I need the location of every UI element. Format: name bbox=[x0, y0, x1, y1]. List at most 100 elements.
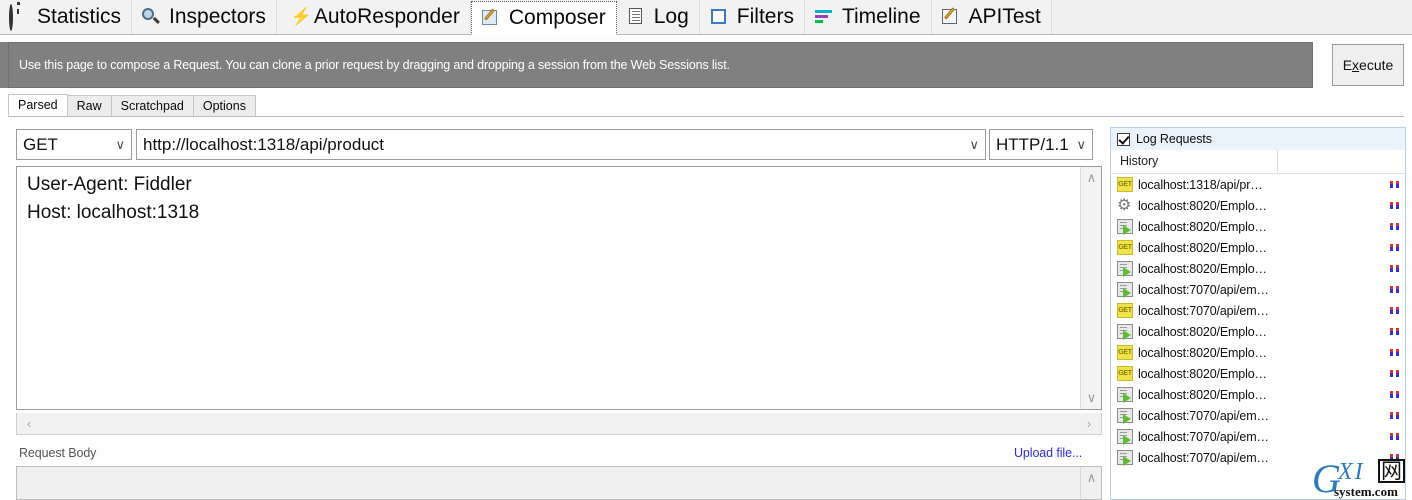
tab-inspectors[interactable]: Inspectors bbox=[132, 0, 277, 34]
tab-statistics[interactable]: Statistics bbox=[0, 0, 133, 34]
history-list-item[interactable]: localhost:7070/api/em… bbox=[1111, 426, 1405, 447]
execute-button[interactable]: Ex ecute bbox=[1332, 44, 1404, 86]
history-item-label: localhost:8020/Emplo… bbox=[1138, 324, 1267, 339]
page-arrow-icon bbox=[1117, 387, 1133, 403]
history-item-marker-icon bbox=[1390, 349, 1399, 356]
scroll-up-icon[interactable]: ∧ bbox=[1081, 169, 1102, 187]
execute-accel-key: x bbox=[1352, 57, 1360, 73]
url-input[interactable]: http://localhost:1318/api/product ∨ bbox=[136, 129, 986, 160]
document-icon bbox=[626, 6, 648, 28]
subtab-scratchpad[interactable]: Scratchpad bbox=[110, 95, 194, 116]
history-item-label: localhost:8020/Emplo… bbox=[1138, 366, 1267, 381]
request-body-editor[interactable]: ∧ bbox=[16, 466, 1102, 500]
history-list-item[interactable]: localhost:8020/Emplo… bbox=[1111, 258, 1405, 279]
tab-label: Composer bbox=[508, 6, 606, 29]
history-item-marker-icon bbox=[1390, 328, 1399, 335]
headers-horizontal-scrollbar[interactable]: ‹ › bbox=[16, 413, 1102, 435]
lightning-bolt-icon: ⚡ bbox=[290, 7, 313, 26]
history-list-item[interactable]: localhost:8020/Emplo… bbox=[1111, 195, 1405, 216]
history-list-item[interactable]: GET localhost:8020/Emplo… bbox=[1111, 363, 1405, 384]
request-headers-text[interactable]: User-Agent: Fiddler Host: localhost:1318 bbox=[27, 171, 1077, 227]
history-list-item[interactable]: localhost:7070/api/em… bbox=[1111, 447, 1405, 468]
history-item-label: localhost:1318/api/pr… bbox=[1138, 177, 1263, 192]
page-arrow-icon bbox=[1117, 450, 1133, 466]
history-item-label: localhost:7070/api/em… bbox=[1138, 303, 1269, 318]
history-list-item[interactable]: GET localhost:8020/Emplo… bbox=[1111, 342, 1405, 363]
page-arrow-icon bbox=[1117, 429, 1133, 445]
execute-label-suffix: ecute bbox=[1359, 57, 1394, 73]
history-list-item[interactable]: localhost:8020/Emplo… bbox=[1111, 384, 1405, 405]
chevron-down-icon: ∨ bbox=[1076, 137, 1086, 152]
history-item-marker-icon bbox=[1390, 181, 1399, 188]
history-list-item[interactable]: localhost:7070/api/em… bbox=[1111, 279, 1405, 300]
history-list-item[interactable]: GET localhost:7070/api/em… bbox=[1111, 300, 1405, 321]
tab-log[interactable]: Log bbox=[616, 0, 700, 34]
request-headers-editor[interactable]: User-Agent: Fiddler Host: localhost:1318… bbox=[16, 166, 1102, 410]
tab-apitest[interactable]: APITest bbox=[931, 0, 1052, 34]
tab-label: Statistics bbox=[37, 5, 122, 28]
history-panel: Log Requests History GET localhost:1318/a… bbox=[1110, 127, 1406, 500]
tab-label: Inspectors bbox=[169, 5, 266, 28]
history-item-label: localhost:7070/api/em… bbox=[1138, 429, 1269, 444]
tab-label: Log bbox=[653, 5, 689, 28]
tab-autoresponder[interactable]: ⚡ AutoResponder bbox=[276, 0, 471, 34]
subtab-options[interactable]: Options bbox=[192, 95, 256, 116]
gear-icon bbox=[1117, 195, 1133, 215]
tab-label: APITest bbox=[968, 5, 1041, 28]
subtab-parsed[interactable]: Parsed bbox=[8, 94, 68, 116]
get-tag-icon: GET bbox=[1117, 240, 1133, 255]
history-item-marker-icon bbox=[1390, 454, 1399, 461]
scroll-left-icon[interactable]: ‹ bbox=[19, 413, 39, 434]
subtab-label: Raw bbox=[76, 99, 102, 113]
upload-file-link[interactable]: Upload file... bbox=[1014, 446, 1082, 460]
history-list[interactable]: GET localhost:1318/api/pr… localhost:8020/… bbox=[1111, 174, 1405, 499]
instruction-text: Use this page to compose a Request. You … bbox=[19, 58, 730, 72]
history-item-label: localhost:7070/api/em… bbox=[1138, 450, 1269, 465]
log-requests-checkbox-row[interactable]: Log Requests bbox=[1111, 128, 1405, 150]
get-tag-icon: GET bbox=[1117, 366, 1133, 381]
history-list-item[interactable]: localhost:7070/api/em… bbox=[1111, 405, 1405, 426]
history-column-label[interactable]: History bbox=[1111, 150, 1278, 173]
composer-subtabs: Parsed Raw Scratchpad Options bbox=[8, 94, 1404, 117]
history-list-item[interactable]: localhost:8020/Emplo… bbox=[1111, 321, 1405, 342]
history-column-header: History bbox=[1111, 150, 1405, 174]
history-item-marker-icon bbox=[1390, 202, 1399, 209]
tab-timeline[interactable]: Timeline bbox=[804, 0, 932, 34]
history-list-item[interactable]: GET localhost:8020/Emplo… bbox=[1111, 237, 1405, 258]
page-arrow-icon bbox=[1117, 261, 1133, 277]
scroll-right-icon[interactable]: › bbox=[1079, 413, 1099, 434]
subtab-raw[interactable]: Raw bbox=[66, 95, 112, 116]
history-item-marker-icon bbox=[1390, 307, 1399, 314]
history-list-item[interactable]: GET localhost:1318/api/pr… bbox=[1111, 174, 1405, 195]
http-method-select[interactable]: GET ∨ bbox=[16, 129, 132, 160]
history-item-label: localhost:8020/Emplo… bbox=[1138, 219, 1267, 234]
bars-icon bbox=[814, 6, 836, 28]
chevron-down-icon: ∨ bbox=[115, 137, 125, 152]
history-item-label: localhost:7070/api/em… bbox=[1138, 282, 1269, 297]
history-item-label: localhost:7070/api/em… bbox=[1138, 408, 1269, 423]
body-vertical-scrollbar[interactable]: ∧ bbox=[1080, 467, 1101, 499]
get-tag-icon: GET bbox=[1117, 345, 1133, 360]
history-item-marker-icon bbox=[1390, 244, 1399, 251]
main-tabstrip: Statistics Inspectors ⚡ AutoResponder Co… bbox=[0, 0, 1412, 35]
chevron-down-icon: ∨ bbox=[969, 137, 979, 152]
tab-filters[interactable]: Filters bbox=[699, 0, 805, 34]
checkbox-checked-icon[interactable] bbox=[1117, 132, 1130, 146]
tab-composer[interactable]: Composer bbox=[470, 1, 617, 35]
scroll-up-icon[interactable]: ∧ bbox=[1081, 469, 1102, 487]
http-version-select[interactable]: HTTP/1.1 ∨ bbox=[989, 129, 1093, 160]
history-list-item[interactable]: localhost:8020/Emplo… bbox=[1111, 216, 1405, 237]
page-arrow-icon bbox=[1117, 408, 1133, 424]
fiddler-composer-window: Statistics Inspectors ⚡ AutoResponder Co… bbox=[0, 0, 1412, 500]
request-body-label: Request Body bbox=[19, 446, 97, 460]
history-column-empty[interactable] bbox=[1278, 150, 1405, 173]
subtab-label: Options bbox=[202, 99, 246, 113]
stopwatch-icon bbox=[9, 4, 31, 31]
http-version-value: HTTP/1.1 bbox=[996, 134, 1069, 154]
history-item-marker-icon bbox=[1390, 370, 1399, 377]
scroll-down-icon[interactable]: ∨ bbox=[1081, 389, 1102, 407]
execute-label-prefix: E bbox=[1342, 57, 1353, 73]
headers-vertical-scrollbar[interactable]: ∧ ∨ bbox=[1080, 167, 1101, 409]
history-item-marker-icon bbox=[1390, 433, 1399, 440]
url-value: http://localhost:1318/api/product bbox=[143, 134, 384, 154]
